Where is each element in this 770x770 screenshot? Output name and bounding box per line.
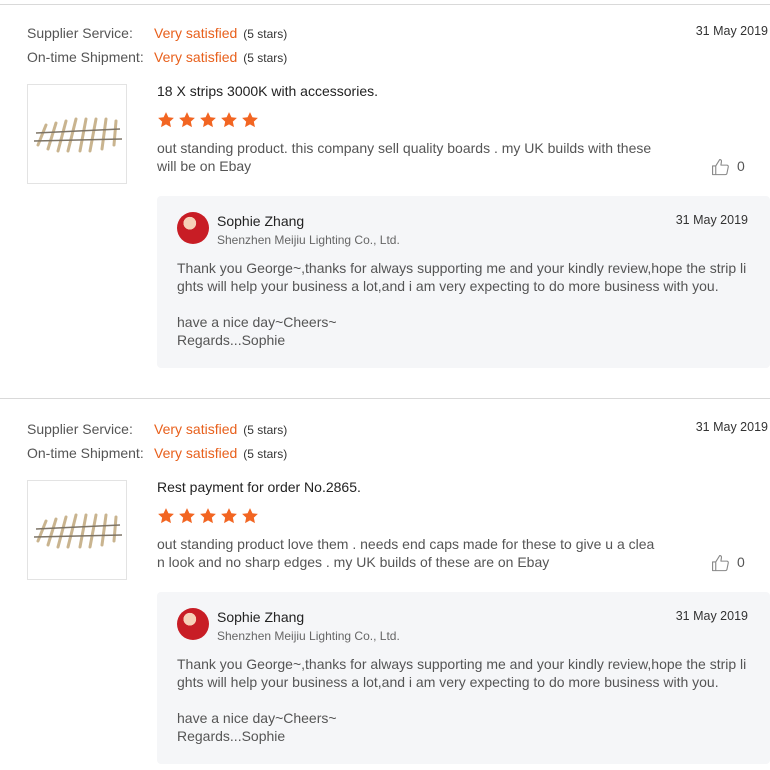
star-icon [200, 508, 216, 524]
thumbs-up-icon [712, 159, 729, 176]
shipment-stars: (5 stars) [243, 447, 288, 461]
shipment-stars: (5 stars) [243, 51, 288, 65]
reply-date: 31 May 2019 [675, 213, 748, 227]
product-title[interactable]: Rest payment for order No.2865. [157, 479, 361, 495]
reply-date: 31 May 2019 [675, 609, 748, 623]
reply-line: Thank you George~,thanks for always supp… [177, 260, 747, 294]
avatar [177, 608, 209, 640]
reply-author-name: Sophie Zhang [217, 609, 305, 625]
reply-company: Shenzhen Meijiu Lighting Co., Ltd. [217, 629, 400, 643]
supplier-service-label: Supplier Service: [27, 421, 133, 437]
product-image [33, 117, 123, 153]
star-icon [158, 112, 174, 128]
supplier-service-stars: (5 stars) [243, 423, 288, 437]
supplier-service-stars: (5 stars) [243, 27, 288, 41]
reply-text: Thank you George~,thanks for always supp… [177, 259, 752, 349]
supplier-service-row: Supplier Service: Very satisfied (5 stars) [27, 25, 287, 45]
star-rating [157, 507, 262, 527]
review-text: out standing product. this company sell … [157, 140, 652, 174]
star-icon [179, 112, 195, 128]
star-rating [157, 111, 262, 131]
review-item: Supplier Service: Very satisfied (5 stars)… [0, 0, 770, 398]
product-title[interactable]: 18 X strips 3000K with accessories. [157, 83, 378, 99]
shipment-value: Very satisfied [154, 49, 238, 65]
supplier-service-value: Very satisfied [154, 421, 238, 437]
review-text: out standing product love them . needs e… [157, 536, 655, 570]
reply-line: Regards...Sophie [177, 332, 286, 348]
reply-company: Shenzhen Meijiu Lighting Co., Ltd. [217, 233, 400, 247]
like-button[interactable]: 0 [711, 158, 745, 180]
review-date: 31 May 2019 [695, 24, 768, 38]
reply-line: have a nice day~Cheers~ [177, 314, 337, 330]
reply-line: have a nice day~Cheers~ [177, 710, 337, 726]
product-thumbnail[interactable] [27, 480, 127, 580]
star-icon [179, 508, 195, 524]
reply-text: Thank you George~,thanks for always supp… [177, 655, 752, 745]
reply-line: Thank you George~,thanks for always supp… [177, 656, 747, 690]
avatar [177, 212, 209, 244]
supplier-reply: Sophie Zhang Shenzhen Meijiu Lighting Co… [157, 592, 770, 764]
thumbs-up-icon [712, 555, 729, 572]
supplier-service-row: Supplier Service: Very satisfied (5 stars) [27, 421, 287, 441]
like-button[interactable]: 0 [711, 554, 745, 576]
star-icon [242, 112, 258, 128]
reply-author-name: Sophie Zhang [217, 213, 305, 229]
like-count: 0 [737, 554, 745, 570]
supplier-reply: Sophie Zhang Shenzhen Meijiu Lighting Co… [157, 196, 770, 368]
shipment-label: On-time Shipment: [27, 49, 144, 65]
shipment-label: On-time Shipment: [27, 445, 144, 461]
review-item: Supplier Service: Very satisfied (5 stars)… [0, 396, 770, 770]
reply-line: Regards...Sophie [177, 728, 286, 744]
star-icon [221, 112, 237, 128]
star-icon [200, 112, 216, 128]
star-icon [158, 508, 174, 524]
product-thumbnail[interactable] [27, 84, 127, 184]
shipment-row: On-time Shipment: Very satisfied (5 stars) [27, 445, 287, 465]
shipment-value: Very satisfied [154, 445, 238, 461]
supplier-service-value: Very satisfied [154, 25, 238, 41]
star-icon [221, 508, 237, 524]
like-count: 0 [737, 158, 745, 174]
supplier-service-label: Supplier Service: [27, 25, 133, 41]
product-image [33, 513, 123, 549]
shipment-row: On-time Shipment: Very satisfied (5 stars) [27, 49, 287, 69]
review-date: 31 May 2019 [695, 420, 768, 434]
star-icon [242, 508, 258, 524]
